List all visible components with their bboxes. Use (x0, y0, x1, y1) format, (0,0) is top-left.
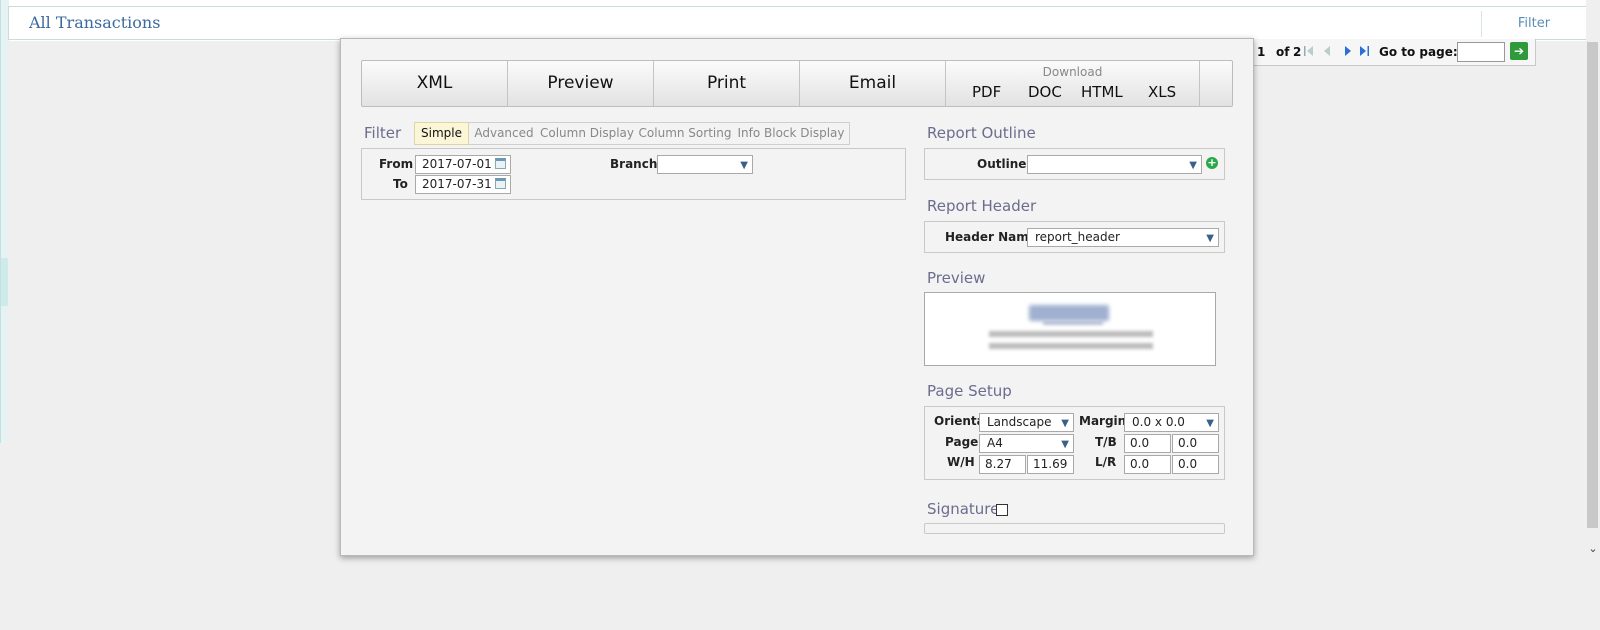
to-label: To (393, 177, 408, 191)
tab-simple[interactable]: Simple (414, 122, 469, 145)
tab-info-block-display[interactable]: Info Block Display (735, 123, 847, 144)
width-input[interactable]: 8.27 (979, 455, 1026, 474)
filter-tabs: Simple Advanced Column Display Column So… (414, 122, 850, 145)
pager-current: 1 (1257, 45, 1266, 59)
branch-select[interactable]: ▼ (657, 155, 753, 174)
goto-label: Go to page: (1379, 45, 1458, 59)
chevron-down-icon: ▼ (1189, 160, 1197, 171)
doc-button[interactable]: DOC (1028, 83, 1062, 101)
orientation-label: Orienta (934, 414, 985, 428)
page-setup-panel: Orienta Landscape ▼ Page A4 ▼ W/H 8.27 1… (924, 406, 1225, 480)
header-preview-image (924, 292, 1216, 366)
top-margin-input[interactable]: 0.0 (1124, 434, 1171, 453)
page-title: All Transactions (29, 13, 161, 32)
outline-select[interactable]: ▼ (1027, 155, 1202, 174)
export-toolbar: XML Preview Print Email Download PDF DOC… (361, 60, 1233, 107)
filter-title: Filter (364, 124, 402, 142)
tab-column-display[interactable]: Column Display (539, 123, 635, 144)
bottom-margin-input[interactable]: 0.0 (1172, 434, 1219, 453)
orientation-value: Landscape (987, 415, 1052, 429)
filter-link[interactable]: Filter (1481, 11, 1586, 37)
outline-label: Outline (977, 157, 1027, 171)
right-margin-input[interactable]: 0.0 (1172, 455, 1219, 474)
top-bar: All Transactions Filter (8, 6, 1587, 40)
height-input[interactable]: 11.69 (1027, 455, 1074, 474)
from-date-input[interactable]: 2017-07-01 (415, 155, 511, 174)
chevron-down-icon: ▼ (1206, 233, 1214, 244)
report-outline-title: Report Outline (927, 124, 1036, 142)
page-size-select[interactable]: A4 ▼ (979, 434, 1074, 453)
tb-label: T/B (1095, 435, 1117, 449)
xml-button[interactable]: XML (362, 61, 508, 106)
lr-label: L/R (1095, 455, 1117, 469)
branch-label: Branch (610, 157, 658, 171)
page-label: Page (945, 435, 979, 449)
signature-title: Signature (927, 500, 1000, 518)
print-button[interactable]: Print (654, 61, 800, 106)
first-page-icon[interactable] (1303, 44, 1315, 58)
go-arrow-icon[interactable]: ➔ (1510, 42, 1528, 60)
page-setup-title: Page Setup (927, 382, 1012, 400)
orientation-select[interactable]: Landscape ▼ (979, 413, 1074, 432)
preview-text-line (989, 331, 1153, 337)
header-name-value: report_header (1035, 230, 1120, 244)
report-outline-panel: Outline ▼ + (924, 148, 1225, 180)
tab-advanced[interactable]: Advanced (471, 123, 537, 144)
preview-title: Preview (927, 269, 986, 287)
chevron-down-icon: ▼ (1061, 439, 1069, 450)
add-outline-icon[interactable]: + (1206, 157, 1218, 169)
download-label: Download (1042, 65, 1103, 79)
goto-page-input[interactable] (1457, 42, 1505, 62)
email-button[interactable]: Email (800, 61, 946, 106)
calendar-icon[interactable] (495, 158, 506, 169)
header-name-select[interactable]: report_header ▼ (1027, 228, 1219, 247)
to-date-input[interactable]: 2017-07-31 (415, 175, 511, 194)
from-date-value: 2017-07-01 (422, 157, 492, 171)
preview-logo (1029, 305, 1109, 321)
preview-text-line (989, 343, 1153, 349)
scroll-down-icon[interactable]: ⌄ (1587, 542, 1599, 555)
next-page-icon[interactable] (1342, 44, 1354, 58)
from-label: From (379, 157, 414, 171)
html-button[interactable]: HTML (1081, 83, 1123, 101)
calendar-icon[interactable] (495, 178, 506, 189)
pager: 1 of 2 Go to page: ➔ (1248, 39, 1536, 66)
prev-page-icon[interactable] (1321, 44, 1333, 58)
signature-panel (924, 523, 1225, 534)
to-date-value: 2017-07-31 (422, 177, 492, 191)
wh-label: W/H (947, 455, 975, 469)
left-margin-input[interactable]: 0.0 (1124, 455, 1171, 474)
report-header-panel: Header Name report_header ▼ (924, 221, 1225, 253)
download-group: Download PDF DOC HTML XLS (946, 61, 1200, 106)
chevron-down-icon: ▼ (1206, 418, 1214, 429)
signature-checkbox[interactable] (996, 504, 1008, 516)
margin-value: 0.0 x 0.0 (1132, 415, 1185, 429)
header-name-label: Header Name (945, 230, 1037, 244)
xls-button[interactable]: XLS (1148, 83, 1176, 101)
chevron-down-icon: ▼ (740, 160, 748, 171)
margin-select[interactable]: 0.0 x 0.0 ▼ (1124, 413, 1219, 432)
chevron-down-icon: ▼ (1061, 418, 1069, 429)
filter-panel: From 2017-07-01 To 2017-07-31 Branch ▼ (361, 148, 906, 200)
report-header-title: Report Header (927, 197, 1037, 215)
margin-label: Margin (1079, 414, 1127, 428)
pdf-button[interactable]: PDF (972, 83, 1001, 101)
preview-button[interactable]: Preview (508, 61, 654, 106)
last-page-icon[interactable] (1359, 44, 1371, 58)
pager-total: 2 (1293, 45, 1302, 59)
scrollbar-thumb[interactable] (1587, 42, 1598, 528)
preview-logo-subtitle (1043, 320, 1103, 325)
pager-of-label: of (1276, 45, 1290, 59)
page-size-value: A4 (987, 436, 1003, 450)
tab-column-sorting[interactable]: Column Sorting (637, 123, 733, 144)
report-dialog: XML Preview Print Email Download PDF DOC… (340, 38, 1254, 556)
